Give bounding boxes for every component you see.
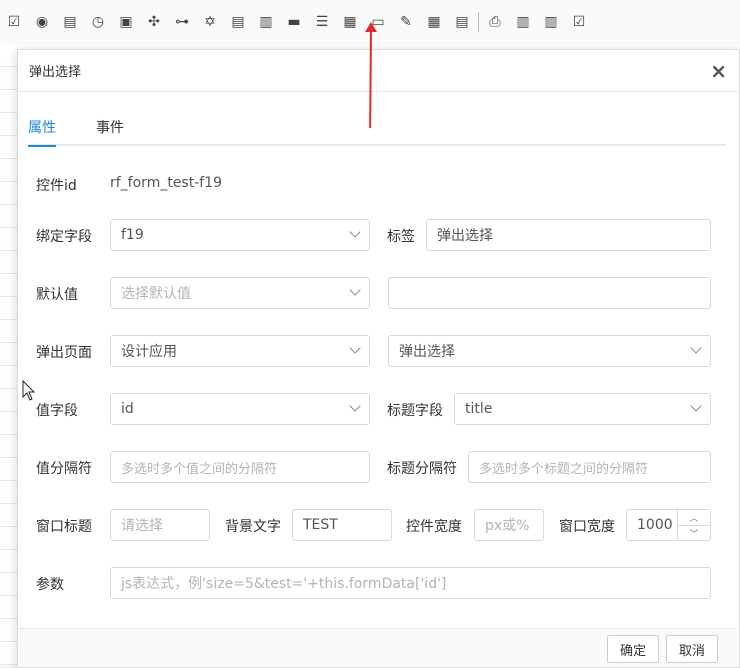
- dialog-tabs: 属性 事件: [28, 114, 726, 147]
- square-icon[interactable]: ▣: [112, 0, 140, 44]
- table-icon[interactable]: ▦: [420, 0, 448, 44]
- edit-icon[interactable]: ▤: [56, 0, 84, 44]
- radio-icon[interactable]: ◉: [28, 0, 56, 44]
- background-text-label: 背景文字: [225, 519, 281, 535]
- checkbox-icon[interactable]: ☑: [0, 0, 28, 44]
- pencil-icon[interactable]: ✎: [392, 0, 420, 44]
- star-icon[interactable]: ✡: [196, 0, 224, 44]
- chevron-down-icon: [349, 226, 361, 238]
- chevron-down-icon: [690, 342, 702, 354]
- stepper-down-icon[interactable]: ﹀: [678, 526, 710, 540]
- bind-field-label: 绑定字段: [36, 229, 92, 245]
- title-separator-label: 标题分隔符: [387, 461, 457, 477]
- window-width-label: 窗口宽度: [559, 519, 615, 535]
- background-text-input[interactable]: TEST: [292, 509, 392, 541]
- chevron-down-icon: [349, 284, 361, 296]
- control-id-label: 控件id: [36, 178, 77, 194]
- value-separator-placeholder: 多选时多个值之间的分隔符: [121, 461, 278, 477]
- value-field-select[interactable]: id: [110, 393, 370, 425]
- value-field-value: id: [121, 401, 134, 417]
- dialog-header: 弹出选择 ×: [18, 50, 739, 92]
- title-field-label: 标题字段: [387, 403, 443, 419]
- cancel-button[interactable]: 取消: [666, 635, 718, 663]
- control-width-label: 控件宽度: [406, 519, 462, 535]
- dialog-title: 弹出选择: [29, 65, 82, 80]
- file-icon[interactable]: ▤: [448, 0, 476, 44]
- stepper-up-icon[interactable]: ︿: [678, 510, 710, 526]
- title-field-value: title: [465, 401, 493, 417]
- check-square-icon[interactable]: ☑: [565, 0, 593, 44]
- save-as-icon[interactable]: ▥: [537, 0, 565, 44]
- tab-properties[interactable]: 属性: [28, 117, 56, 147]
- control-width-input[interactable]: px或%: [474, 509, 544, 541]
- params-placeholder: js表达式，例'size=5&test='+this.formData['id'…: [121, 576, 447, 592]
- tab-events[interactable]: 事件: [96, 117, 124, 145]
- default-value-extra-input[interactable]: [388, 277, 711, 309]
- number-stepper: ︿ ﹀: [677, 510, 710, 540]
- default-value-label: 默认值: [36, 287, 78, 303]
- grid-dots-icon[interactable]: ✣: [140, 0, 168, 44]
- default-value-select[interactable]: 选择默认值: [110, 277, 370, 309]
- chevron-down-icon: [349, 400, 361, 412]
- close-icon[interactable]: ×: [710, 61, 727, 81]
- popup-app-value: 设计应用: [121, 344, 177, 360]
- params-label: 参数: [36, 577, 64, 593]
- background-text-value: TEST: [303, 517, 338, 533]
- tag-value: 弹出选择: [437, 228, 493, 244]
- link-icon[interactable]: ⊶: [168, 0, 196, 44]
- window-title-input[interactable]: 请选择: [110, 509, 210, 541]
- tag-label: 标签: [387, 229, 415, 245]
- list-lines-icon[interactable]: ☰: [308, 0, 336, 44]
- preview-icon[interactable]: ⎙: [481, 0, 509, 44]
- save-icon[interactable]: ▥: [509, 0, 537, 44]
- popup-select-dialog: 弹出选择 × 属性 事件 控件id rf_form_test-f19 绑定字段 …: [17, 49, 740, 668]
- black-bar-icon[interactable]: ▬: [280, 0, 308, 44]
- title-separator-placeholder: 多选时多个标题之间的分隔符: [479, 461, 649, 477]
- popup-app-select[interactable]: 设计应用: [110, 335, 370, 367]
- popup-page-value: 弹出选择: [399, 344, 455, 360]
- toolbar-separator: [478, 12, 479, 32]
- annotation-arrow-head: [365, 22, 377, 32]
- value-field-label: 值字段: [36, 403, 78, 419]
- table-grid-icon[interactable]: ▦: [336, 0, 364, 44]
- mouse-cursor-icon: [22, 380, 36, 401]
- ok-button[interactable]: 确定: [607, 635, 659, 663]
- popup-page-select[interactable]: 弹出选择: [388, 335, 711, 367]
- document-icon[interactable]: ▤: [224, 0, 252, 44]
- bind-field-value: f19: [121, 227, 144, 243]
- params-input[interactable]: js表达式，例'size=5&test='+this.formData['id'…: [110, 567, 711, 599]
- chevron-down-icon: [349, 342, 361, 354]
- bind-field-select[interactable]: f19: [110, 219, 370, 251]
- title-field-select[interactable]: title: [454, 393, 711, 425]
- chevron-down-icon: [690, 400, 702, 412]
- control-id-value: rf_form_test-f19: [110, 175, 223, 191]
- value-separator-label: 值分隔符: [36, 461, 92, 477]
- dialog-footer: 确定 取消: [18, 628, 737, 667]
- tag-input[interactable]: 弹出选择: [426, 219, 711, 251]
- value-separator-input[interactable]: 多选时多个值之间的分隔符: [110, 451, 370, 483]
- list-icon[interactable]: ▥: [252, 0, 280, 44]
- window-width-value: 1000: [637, 517, 673, 533]
- popup-page-label: 弹出页面: [36, 345, 92, 361]
- default-value-placeholder: 选择默认值: [121, 286, 191, 302]
- clock-icon[interactable]: ◷: [84, 0, 112, 44]
- control-width-placeholder: px或%: [485, 518, 530, 534]
- window-title-placeholder: 请选择: [121, 518, 163, 534]
- title-separator-input[interactable]: 多选时多个标题之间的分隔符: [468, 451, 711, 483]
- window-title-label: 窗口标题: [36, 519, 92, 535]
- window-width-number-input[interactable]: 1000 ︿ ﹀: [626, 509, 711, 541]
